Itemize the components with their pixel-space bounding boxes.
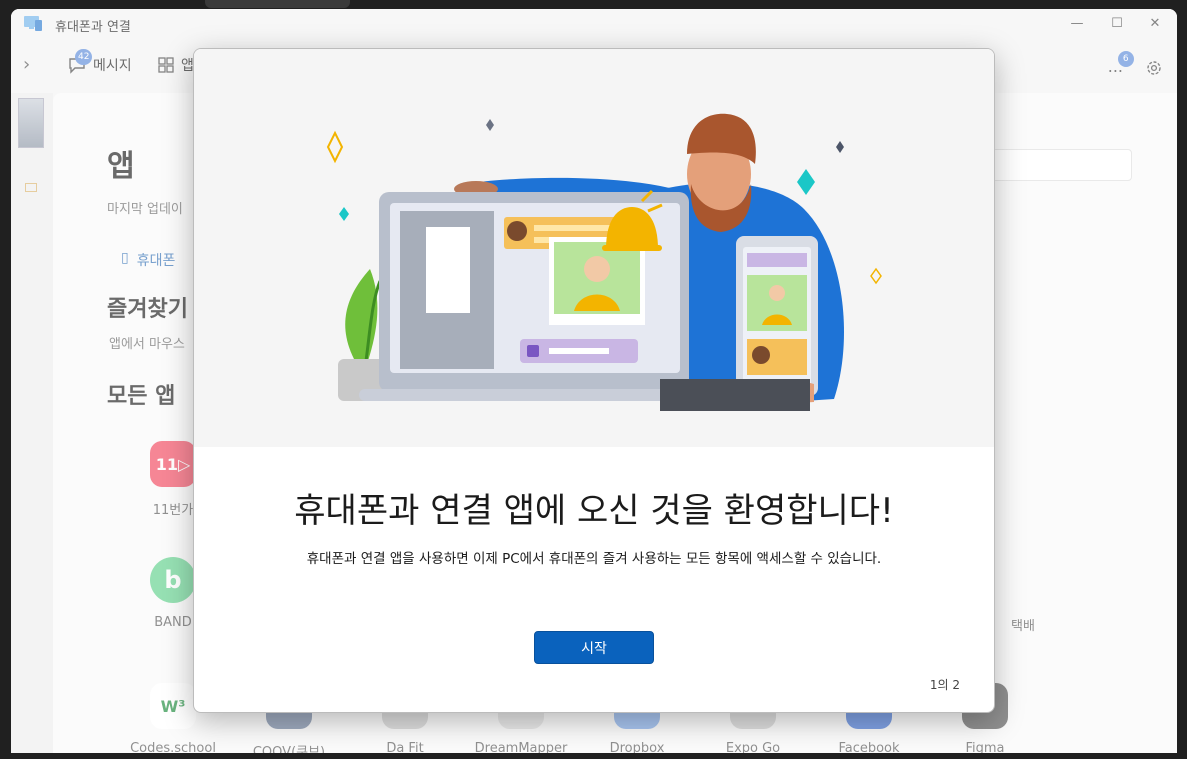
welcome-illustration-graphic	[326, 113, 882, 411]
desktop-taskbar-tab	[205, 0, 350, 8]
welcome-illustration	[194, 49, 994, 447]
welcome-description: 휴대폰과 연결 앱을 사용하면 이제 PC에서 휴대폰의 즐겨 사용하는 모든 …	[306, 551, 882, 567]
start-button[interactable]: 시작	[534, 631, 654, 664]
page-indicator: 1의 2	[929, 678, 960, 692]
welcome-dialog: 휴대폰과 연결 앱에 오신 것을 환영합니다! 휴대폰과 연결 앱을 사용하면 …	[193, 48, 995, 713]
welcome-title: 휴대폰과 연결 앱에 오신 것을 환영합니다!	[294, 491, 894, 531]
